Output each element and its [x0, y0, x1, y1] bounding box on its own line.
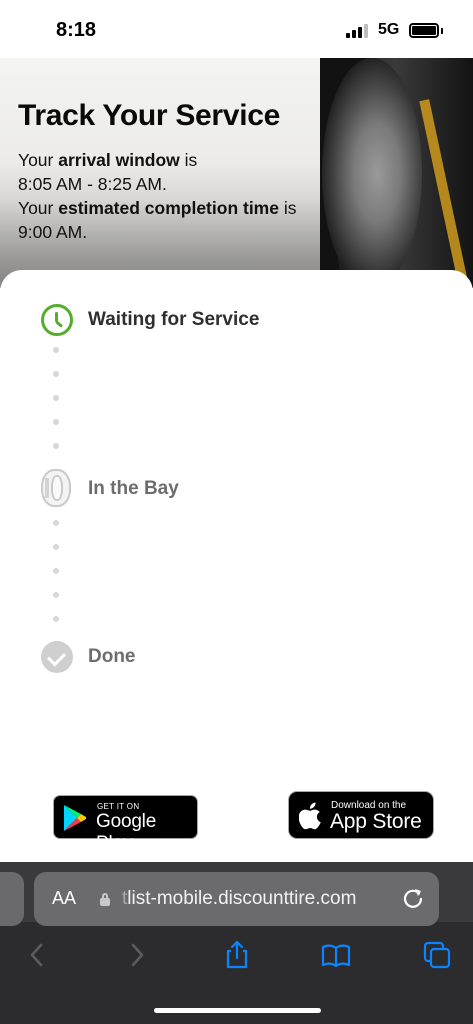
arrival-prefix: Your [18, 150, 59, 170]
network-label: 5G [378, 21, 400, 38]
google-play-small-text: GET IT ON [97, 802, 140, 811]
share-icon[interactable] [222, 940, 252, 970]
clock-icon [41, 304, 73, 336]
tabs-icon[interactable] [422, 940, 452, 970]
arrival-suffix: is [179, 150, 198, 170]
url-text: tlist-mobile.discounttire.com [122, 888, 356, 910]
reader-settings-button[interactable]: AA [52, 888, 76, 909]
previous-tab-preview[interactable] [0, 872, 24, 926]
step-label: Done [88, 646, 136, 667]
battery-tip [441, 28, 443, 34]
status-bar: 8:18 5G [0, 0, 473, 58]
google-play-badge[interactable]: GET IT ON Google Play [53, 795, 198, 854]
completion-time-label: estimated completion time [58, 198, 279, 218]
forward-icon[interactable] [122, 940, 152, 970]
page-title: Track Your Service [18, 99, 280, 132]
lock-icon [100, 893, 110, 906]
battery-icon [409, 23, 439, 38]
arrival-window-value: 8:05 AM - 8:25 AM. [18, 174, 167, 194]
step-done: Done [41, 641, 136, 673]
arrival-window-label: arrival window [58, 150, 180, 170]
google-play-icon [64, 805, 86, 831]
step-in-the-bay: In the Bay [41, 469, 179, 507]
hero-description: Your arrival window is 8:05 AM - 8:25 AM… [18, 148, 338, 244]
completion-prefix: Your [18, 198, 59, 218]
signal-icon [346, 24, 368, 38]
bookmarks-icon[interactable] [321, 940, 351, 970]
completion-time-value: 9:00 AM. [18, 222, 88, 242]
app-store-big-text: App Store [330, 810, 422, 833]
step-label: Waiting for Service [88, 309, 260, 330]
status-time: 8:18 [56, 19, 97, 41]
tire-icon [41, 469, 73, 507]
google-play-big-text: Google Play [96, 811, 157, 854]
url-domain: list-mobile.discounttire.com [127, 888, 357, 909]
checkmark-icon [41, 641, 73, 673]
status-card [0, 270, 473, 865]
app-store-badge[interactable]: Download on the App Store [288, 791, 434, 839]
browser-toolbar: AA tlist-mobile.discounttire.com [0, 862, 473, 1024]
home-indicator [154, 1008, 321, 1013]
reader-settings-label: AA [52, 888, 77, 908]
completion-suffix: is [278, 198, 297, 218]
address-bar[interactable]: AA tlist-mobile.discounttire.com [34, 872, 439, 926]
apple-icon [299, 802, 321, 830]
reload-icon[interactable] [402, 887, 424, 909]
step-waiting-for-service: Waiting for Service [41, 304, 259, 336]
step-label: In the Bay [88, 478, 179, 499]
back-icon[interactable] [22, 940, 52, 970]
